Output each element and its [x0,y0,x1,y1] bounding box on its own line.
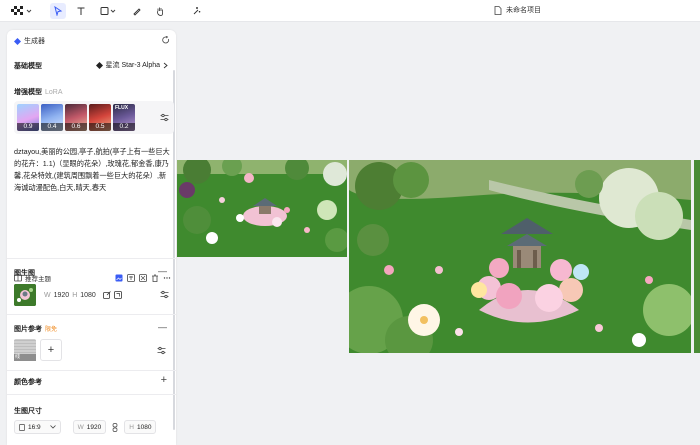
translate-icon[interactable] [127,274,135,282]
garden-image-large [349,160,691,353]
crop-icon[interactable] [113,291,122,299]
pen-icon [133,8,141,16]
base-model-label: 基础模型 [14,63,42,70]
reference-thumbnail[interactable]: 线 [14,339,36,361]
file-icon [494,5,502,15]
generator-panel: 生成器 基础模型 星流 Star-3 Alpha 增强模型 LoRA 0.9 0.… [7,30,176,445]
width-input[interactable]: W 1920 [72,420,107,434]
model-icon [95,61,103,69]
expand-icon[interactable] [139,274,147,282]
rectangle-icon [100,7,116,15]
select-tool[interactable] [50,3,66,19]
img2img-row: W 1920 H 1080 [14,284,171,306]
base-model-value: 星流 Star-3 Alpha [105,62,160,69]
img2img-height-label: H [72,291,78,299]
ratio-icon [19,423,25,431]
height-input-value: 1080 [136,423,152,431]
hand-tool[interactable] [152,3,168,19]
img2img-width: 1920 [53,291,70,299]
lora-list: 0.9 0.4 0.6 0.5 FLUX 0.2 [14,101,174,134]
output-size-label: 生图尺寸 [14,408,42,415]
image-prompt-icon[interactable] [115,274,123,282]
base-model-selector[interactable]: 星流 Star-3 Alpha [95,60,168,70]
cursor-icon [54,6,63,16]
divider [7,314,176,315]
divider [7,370,176,371]
lora-label-text: 增强模型 [14,89,42,96]
img2img-height: 1080 [80,291,96,299]
pen-tool[interactable] [129,3,145,19]
img2img-width-label: W [44,291,51,299]
color-reference-label: 颜色参考 [14,379,42,386]
img2img-collapse-button[interactable]: — [158,266,167,276]
divider [7,258,176,259]
hand-icon [157,7,163,16]
lora-item[interactable]: 0.4 [41,104,63,131]
reference-thumbnail-label: 线 [14,354,36,361]
width-input-value: 1920 [86,423,102,431]
chevron-right-icon [163,62,168,68]
logo-icon [11,6,32,15]
height-input-label: H [129,423,134,431]
logo-menu[interactable] [8,3,36,19]
canvas-image-large[interactable] [349,160,691,353]
img2img-dimensions: W 1920 H 1080 [44,291,122,299]
add-reference-button[interactable]: + [40,339,62,361]
aspect-ratio-select[interactable]: 16:9 [14,420,61,434]
lora-flux-text: FLUX [115,105,129,111]
canvas-image-partial[interactable] [694,160,700,353]
lora-weight: 0.5 [89,123,111,131]
width-input-label: W [77,423,84,431]
prompt-textarea[interactable]: dztayou,美丽的公园,亭子,航拍(亭子上有一些巨大的花卉：1.1)（显眼的… [14,146,171,194]
edit-icon[interactable] [102,291,111,299]
canvas-image-small[interactable] [177,160,347,257]
divider [7,394,176,395]
free-tag: 限免 [45,327,58,333]
document-title[interactable]: 未命名项目 [494,5,541,15]
sliders-icon [157,346,166,355]
link-icon[interactable] [112,422,118,432]
lora-item[interactable]: FLUX 0.2 [113,104,135,131]
reset-button[interactable] [162,35,170,46]
generator-icon [14,37,21,45]
image-reference-row: 线 + [14,339,62,361]
document-title-text: 未命名项目 [506,7,541,14]
img2img-settings-button[interactable] [160,290,169,301]
refresh-icon [162,35,170,44]
lora-weight: 0.4 [41,123,63,131]
panel-header-label: 生成器 [24,38,45,45]
garden-thumbnail-image [14,284,36,306]
reference-settings-button[interactable] [157,346,166,357]
lora-item[interactable]: 0.9 [17,104,39,131]
image-reference-label-text: 图片参考 [14,326,42,333]
lora-weight: 0.6 [65,123,87,131]
lora-settings-button[interactable] [160,113,169,124]
aspect-ratio-value: 16:9 [28,423,41,431]
magic-tool[interactable] [188,3,204,19]
lora-item[interactable]: 0.5 [89,104,111,131]
image-reference-collapse-button[interactable]: — [158,322,167,332]
sliders-icon [160,113,169,122]
shape-tool[interactable] [98,3,120,19]
sparkle-icon [193,7,201,15]
panel-header: 生成器 [14,36,45,46]
lora-weight: 0.2 [113,123,135,131]
prompt-toolbar: 推荐主题 [14,273,171,283]
img2img-thumbnail[interactable] [14,284,36,306]
lora-sub-label: LoRA [45,89,63,96]
add-color-reference-button[interactable]: + [161,374,167,386]
sliders-icon [160,290,169,298]
img2img-label: 图生图 [14,270,35,277]
lora-item[interactable]: 0.6 [65,104,87,131]
chevron-down-icon [49,425,56,429]
height-input[interactable]: H 1080 [124,420,157,434]
lora-label: 增强模型 LoRA [14,87,63,97]
image-reference-label: 图片参考 限免 [14,324,57,334]
text-tool[interactable] [73,3,89,19]
lora-weight: 0.9 [17,123,39,131]
text-icon [77,7,85,15]
garden-image-small [177,160,347,257]
output-size-row: 16:9 W 1920 H 1080 [14,420,157,434]
top-toolbar: 未命名项目 [0,0,700,22]
